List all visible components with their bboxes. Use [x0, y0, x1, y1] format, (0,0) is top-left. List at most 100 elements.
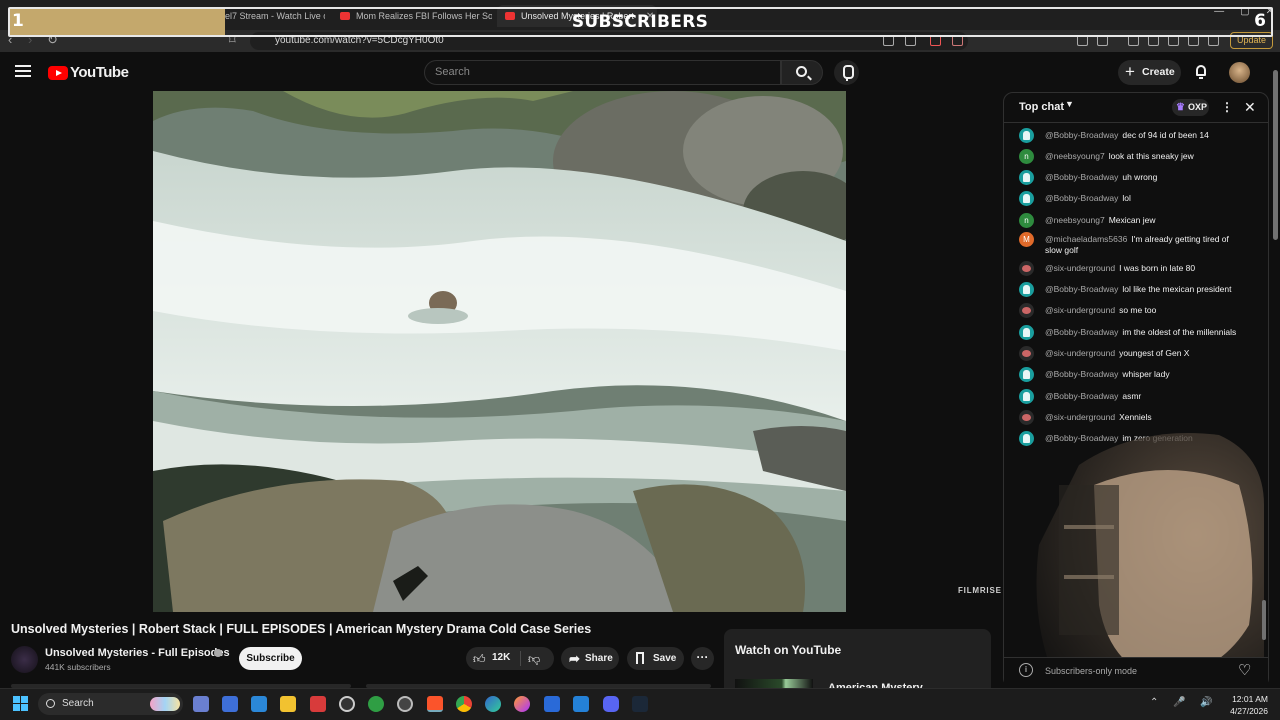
- chat-author-avatar[interactable]: [1019, 261, 1034, 276]
- chat-message-body: @six-underground I was born in late 80: [1045, 263, 1244, 274]
- chat-close-icon[interactable]: ✕: [1244, 99, 1256, 116]
- chat-mode-dropdown[interactable]: Top chat: [1019, 101, 1064, 113]
- oxp-badge[interactable]: OXP: [1172, 99, 1209, 116]
- channel-name[interactable]: Unsolved Mysteries - Full Episodes: [45, 647, 230, 659]
- chat-author-avatar[interactable]: [1019, 303, 1034, 318]
- chat-author-name[interactable]: @neebsyoung7: [1045, 215, 1105, 225]
- app-icon[interactable]: [397, 696, 413, 712]
- youtube-logo-icon[interactable]: [48, 66, 68, 80]
- chat-message-body: @Bobby-Broadway im the oldest of the mill…: [1045, 327, 1244, 338]
- steam-icon[interactable]: [632, 696, 648, 712]
- chat-message-text: lol: [1122, 193, 1131, 203]
- start-menu-icon[interactable]: [13, 696, 29, 712]
- chat-message-text: asmr: [1122, 391, 1142, 401]
- chat-author-name[interactable]: @Bobby-Broadway: [1045, 193, 1118, 203]
- chat-author-name[interactable]: @Bobby-Broadway: [1045, 284, 1118, 294]
- chat-author-avatar[interactable]: [1019, 389, 1034, 404]
- chat-message: @Bobby-Broadway lol: [1019, 191, 1244, 206]
- info-icon[interactable]: i: [1019, 663, 1033, 677]
- chat-message-body: @neebsyoung7 Mexican jew: [1045, 215, 1244, 226]
- video-title: Unsolved Mysteries | Robert Stack | FULL…: [11, 622, 592, 636]
- like-icon[interactable]: 👍︎: [473, 652, 486, 667]
- page-scroll-thumb[interactable]: [1273, 70, 1278, 240]
- chat-message-body: @Bobby-Broadway whisper lady: [1045, 369, 1244, 380]
- chat-more-icon[interactable]: ⋮: [1221, 100, 1233, 114]
- chat-message-text: whisper lady: [1122, 369, 1170, 379]
- clock-time[interactable]: 12:01 AM: [1226, 694, 1268, 704]
- clock-date[interactable]: 4/27/2026: [1226, 706, 1268, 716]
- brave-icon[interactable]: [427, 696, 443, 712]
- chat-author-avatar[interactable]: [1019, 346, 1034, 361]
- chat-author-name[interactable]: @Bobby-Broadway: [1045, 130, 1118, 140]
- file-explorer-icon[interactable]: [280, 696, 296, 712]
- chat-author-name[interactable]: @neebsyoung7: [1045, 151, 1105, 161]
- search-button[interactable]: [781, 60, 823, 85]
- chat-author-name[interactable]: @Bobby-Broadway: [1045, 172, 1118, 182]
- hamburger-menu-icon[interactable]: [15, 65, 31, 77]
- chat-message: @Bobby-Broadway whisper lady: [1019, 367, 1244, 382]
- subscribe-button[interactable]: Subscribe: [239, 647, 302, 670]
- system-tray[interactable]: ⌃ 🎤 🔊: [1150, 697, 1219, 708]
- chat-message: @six-underground youngest of Gen X: [1019, 346, 1244, 361]
- chat-author-name[interactable]: @six-underground: [1045, 263, 1115, 273]
- create-button[interactable]: Create: [1118, 59, 1181, 85]
- video-player[interactable]: [153, 91, 846, 612]
- chat-scrollbar[interactable]: [1261, 127, 1266, 657]
- account-avatar[interactable]: [1229, 62, 1250, 83]
- video-frame: [153, 91, 846, 612]
- chat-author-name[interactable]: @six-underground: [1045, 412, 1115, 422]
- chevron-down-icon[interactable]: ▼: [1065, 99, 1074, 109]
- app-icon[interactable]: [222, 696, 238, 712]
- goal-label: SUBSCRIBERS: [571, 12, 709, 32]
- chat-author-name[interactable]: @six-underground: [1045, 348, 1115, 358]
- more-actions-button[interactable]: ···: [691, 647, 714, 670]
- chat-author-avatar[interactable]: n: [1019, 213, 1034, 228]
- chat-author-name[interactable]: @Bobby-Broadway: [1045, 327, 1118, 337]
- app-icon[interactable]: [368, 696, 384, 712]
- dislike-icon[interactable]: 👎︎: [528, 652, 540, 667]
- vscode-icon[interactable]: [573, 696, 589, 712]
- heart-reaction-icon[interactable]: ♡: [1238, 661, 1251, 679]
- edge-icon[interactable]: [485, 696, 501, 712]
- chat-author-avatar[interactable]: n: [1019, 149, 1034, 164]
- chat-message-body: @six-underground youngest of Gen X: [1045, 348, 1244, 359]
- chat-message-text: im the oldest of the millennials: [1122, 327, 1237, 337]
- chat-message-body: @Bobby-Broadway lol like the mexican pres…: [1045, 284, 1244, 295]
- chat-author-name[interactable]: @michaeladams5636: [1045, 234, 1127, 244]
- chrome-icon[interactable]: [456, 696, 472, 712]
- search-input[interactable]: Search: [424, 60, 781, 85]
- channel-avatar[interactable]: [11, 646, 38, 673]
- webcam-overlay: [1019, 425, 1264, 688]
- youtube-logo-text[interactable]: YouTube: [70, 64, 129, 81]
- divider: [520, 651, 521, 666]
- share-button[interactable]: Share: [561, 647, 619, 670]
- chat-message-text: I was born in late 80: [1119, 263, 1196, 273]
- chat-message-text: dec of 94 id of been 14: [1122, 130, 1209, 140]
- chat-message: n @neebsyoung7 Mexican jew: [1019, 213, 1244, 228]
- app-icon[interactable]: [193, 696, 209, 712]
- chat-scroll-thumb[interactable]: [1262, 600, 1266, 640]
- chat-author-avatar[interactable]: [1019, 128, 1034, 143]
- chat-author-avatar[interactable]: [1019, 325, 1034, 340]
- chat-author-avatar[interactable]: [1019, 410, 1034, 425]
- like-count[interactable]: 12K: [492, 652, 510, 663]
- app-icon[interactable]: [251, 696, 267, 712]
- firefox-icon[interactable]: [514, 696, 530, 712]
- chat-author-avatar[interactable]: [1019, 170, 1034, 185]
- chat-author-avatar[interactable]: [1019, 191, 1034, 206]
- chat-author-name[interactable]: @Bobby-Broadway: [1045, 391, 1118, 401]
- chat-author-name[interactable]: @six-underground: [1045, 305, 1115, 315]
- chat-author-avatar[interactable]: [1019, 367, 1034, 382]
- discord-icon[interactable]: [603, 696, 619, 712]
- chat-author-name[interactable]: @Bobby-Broadway: [1045, 369, 1118, 379]
- app-icon[interactable]: [544, 696, 560, 712]
- voice-search-button[interactable]: [834, 60, 859, 85]
- chat-message: @Bobby-Broadway asmr: [1019, 389, 1244, 404]
- chat-author-avatar[interactable]: [1019, 282, 1034, 297]
- chat-message-text: youngest of Gen X: [1119, 348, 1190, 358]
- notifications-bell-icon[interactable]: [1193, 64, 1209, 80]
- webcam-frame: [1036, 433, 1264, 688]
- app-icon[interactable]: [339, 696, 355, 712]
- chat-author-avatar[interactable]: M: [1019, 232, 1034, 247]
- app-icon[interactable]: [310, 696, 326, 712]
